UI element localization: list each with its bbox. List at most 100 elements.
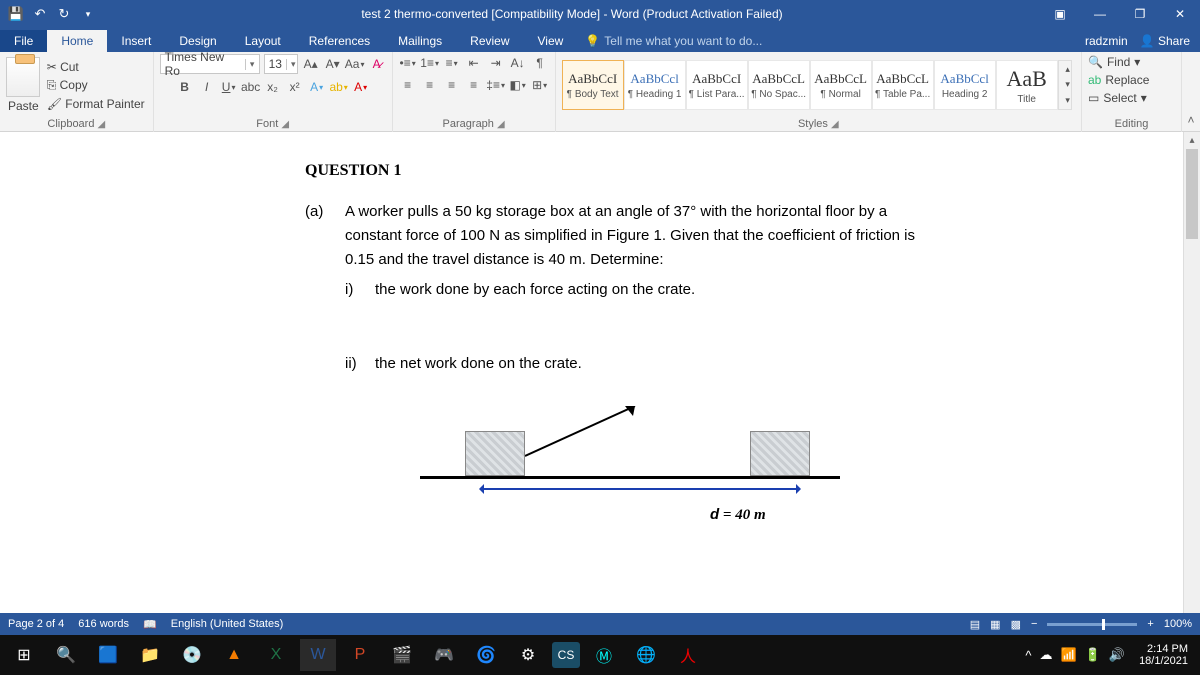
- style-title[interactable]: AaBTitle: [996, 60, 1058, 110]
- font-size-combo[interactable]: 13▾: [264, 54, 298, 74]
- zoom-slider[interactable]: [1047, 623, 1137, 626]
- find-button[interactable]: 🔍 Find ▾: [1088, 54, 1140, 70]
- style-heading-2[interactable]: AaBbCclHeading 2: [934, 60, 996, 110]
- shrink-font-icon[interactable]: A▾: [324, 55, 342, 73]
- multilevel-list-icon[interactable]: ≡: [443, 54, 461, 72]
- style-no-spacing[interactable]: AaBbCcL¶ No Spac...: [748, 60, 810, 110]
- styles-expand-icon[interactable]: ▾: [1059, 94, 1077, 107]
- line-spacing-icon[interactable]: ‡≡: [487, 76, 505, 94]
- tab-view[interactable]: View: [524, 30, 578, 52]
- replace-button[interactable]: ab Replace: [1088, 72, 1149, 88]
- style-heading-1[interactable]: AaBbCcl¶ Heading 1: [624, 60, 686, 110]
- zoom-out-button[interactable]: −: [1031, 618, 1037, 630]
- save-icon[interactable]: 💾: [6, 4, 26, 24]
- numbering-icon[interactable]: 1≡: [421, 54, 439, 72]
- grow-font-icon[interactable]: A▴: [302, 55, 320, 73]
- clock[interactable]: 2:14 PM 18/1/2021: [1133, 643, 1194, 667]
- tab-insert[interactable]: Insert: [107, 30, 165, 52]
- taskbar-app-game[interactable]: 🎮: [426, 639, 462, 671]
- highlight-icon[interactable]: ab: [330, 78, 348, 96]
- tab-home[interactable]: Home: [47, 30, 107, 52]
- copy-button[interactable]: ⎘ Copy: [45, 78, 147, 93]
- text-effects-icon[interactable]: A: [308, 78, 326, 96]
- qat-customize-icon[interactable]: ▾: [78, 4, 98, 24]
- volume-icon[interactable]: 🔊: [1109, 647, 1125, 663]
- file-explorer-icon[interactable]: 📁: [132, 639, 168, 671]
- read-mode-icon[interactable]: ▤: [970, 618, 980, 631]
- taskbar-app-spiral[interactable]: 🌀: [468, 639, 504, 671]
- dialog-launcher-icon[interactable]: ◢: [831, 119, 839, 130]
- style-normal[interactable]: AaBbCcL¶ Normal: [810, 60, 872, 110]
- subscript-button[interactable]: x₂: [264, 78, 282, 96]
- style-body-text[interactable]: AaBbCcI¶ Body Text: [562, 60, 624, 110]
- language-indicator[interactable]: English (United States): [171, 618, 284, 630]
- show-marks-icon[interactable]: ¶: [531, 54, 549, 72]
- minimize-button[interactable]: —: [1080, 0, 1120, 28]
- tab-file[interactable]: File: [0, 30, 47, 52]
- dialog-launcher-icon[interactable]: ◢: [98, 119, 106, 130]
- taskbar-app-cs[interactable]: CS: [552, 642, 580, 668]
- document-area[interactable]: QUESTION 1 (a) A worker pulls a 50 kg st…: [0, 132, 1183, 653]
- taskbar-app-m[interactable]: Ⓜ: [586, 639, 622, 671]
- underline-button[interactable]: U: [220, 78, 238, 96]
- tab-review[interactable]: Review: [456, 30, 523, 52]
- increase-indent-icon[interactable]: ⇥: [487, 54, 505, 72]
- bullets-icon[interactable]: •≡: [399, 54, 417, 72]
- word-count[interactable]: 616 words: [78, 618, 129, 630]
- zoom-level[interactable]: 100%: [1164, 618, 1192, 630]
- proofing-icon[interactable]: 📖: [143, 618, 157, 631]
- align-center-icon[interactable]: ≡: [421, 76, 439, 94]
- close-button[interactable]: ✕: [1160, 0, 1200, 28]
- web-layout-icon[interactable]: ▩: [1011, 618, 1021, 631]
- align-right-icon[interactable]: ≡: [443, 76, 461, 94]
- print-layout-icon[interactable]: ▦: [990, 618, 1000, 631]
- style-list-paragraph[interactable]: AaBbCcI¶ List Para...: [686, 60, 748, 110]
- start-button[interactable]: ⊞: [6, 639, 42, 671]
- chrome-icon[interactable]: 🌐: [628, 639, 664, 671]
- format-painter-button[interactable]: 🖌 Format Painter: [45, 97, 147, 111]
- tray-overflow-icon[interactable]: ^: [1025, 648, 1031, 663]
- vlc-icon[interactable]: ▲: [216, 639, 252, 671]
- taskbar-app-media[interactable]: 💿: [174, 639, 210, 671]
- superscript-button[interactable]: x²: [286, 78, 304, 96]
- sort-icon[interactable]: A↓: [509, 54, 527, 72]
- tab-mailings[interactable]: Mailings: [384, 30, 456, 52]
- dialog-launcher-icon[interactable]: ◢: [497, 119, 505, 130]
- align-left-icon[interactable]: ≡: [399, 76, 417, 94]
- select-button[interactable]: ▭ Select ▾: [1088, 90, 1147, 106]
- word-icon[interactable]: W: [300, 639, 336, 671]
- decrease-indent-icon[interactable]: ⇤: [465, 54, 483, 72]
- wifi-icon[interactable]: 📶: [1061, 647, 1077, 663]
- battery-icon[interactable]: 🔋: [1085, 647, 1101, 663]
- redo-icon[interactable]: ↻: [54, 4, 74, 24]
- styles-scroll-up-icon[interactable]: ▴: [1059, 63, 1077, 76]
- style-table-paragraph[interactable]: AaBbCcL¶ Table Pa...: [872, 60, 934, 110]
- justify-icon[interactable]: ≡: [465, 76, 483, 94]
- excel-icon[interactable]: X: [258, 639, 294, 671]
- tab-references[interactable]: References: [295, 30, 384, 52]
- dialog-launcher-icon[interactable]: ◢: [281, 119, 289, 130]
- page-indicator[interactable]: Page 2 of 4: [8, 618, 64, 630]
- clear-formatting-icon[interactable]: A̷: [368, 55, 386, 73]
- steam-icon[interactable]: ⚙: [510, 639, 546, 671]
- strikethrough-button[interactable]: abc: [242, 78, 260, 96]
- shading-icon[interactable]: ◧: [509, 76, 527, 94]
- account-name[interactable]: radzmin: [1085, 34, 1128, 48]
- zoom-in-button[interactable]: +: [1147, 618, 1153, 630]
- vertical-scrollbar[interactable]: ▴ ▾: [1183, 132, 1200, 653]
- cut-button[interactable]: ✂ Cut: [45, 60, 147, 74]
- scroll-up-icon[interactable]: ▴: [1184, 132, 1200, 149]
- search-icon[interactable]: 🔍: [48, 639, 84, 671]
- tab-design[interactable]: Design: [165, 30, 230, 52]
- font-name-combo[interactable]: Times New Ro▾: [160, 54, 260, 74]
- onedrive-icon[interactable]: ☁: [1040, 647, 1053, 663]
- tab-layout[interactable]: Layout: [231, 30, 295, 52]
- font-color-icon[interactable]: A: [352, 78, 370, 96]
- change-case-icon[interactable]: Aa: [346, 55, 364, 73]
- powerpoint-icon[interactable]: P: [342, 639, 378, 671]
- share-button[interactable]: 👤 Share: [1140, 34, 1190, 48]
- ribbon-options-icon[interactable]: ▣: [1040, 0, 1080, 28]
- italic-button[interactable]: I: [198, 78, 216, 96]
- maximize-button[interactable]: ❐: [1120, 0, 1160, 28]
- paste-icon[interactable]: [6, 57, 40, 97]
